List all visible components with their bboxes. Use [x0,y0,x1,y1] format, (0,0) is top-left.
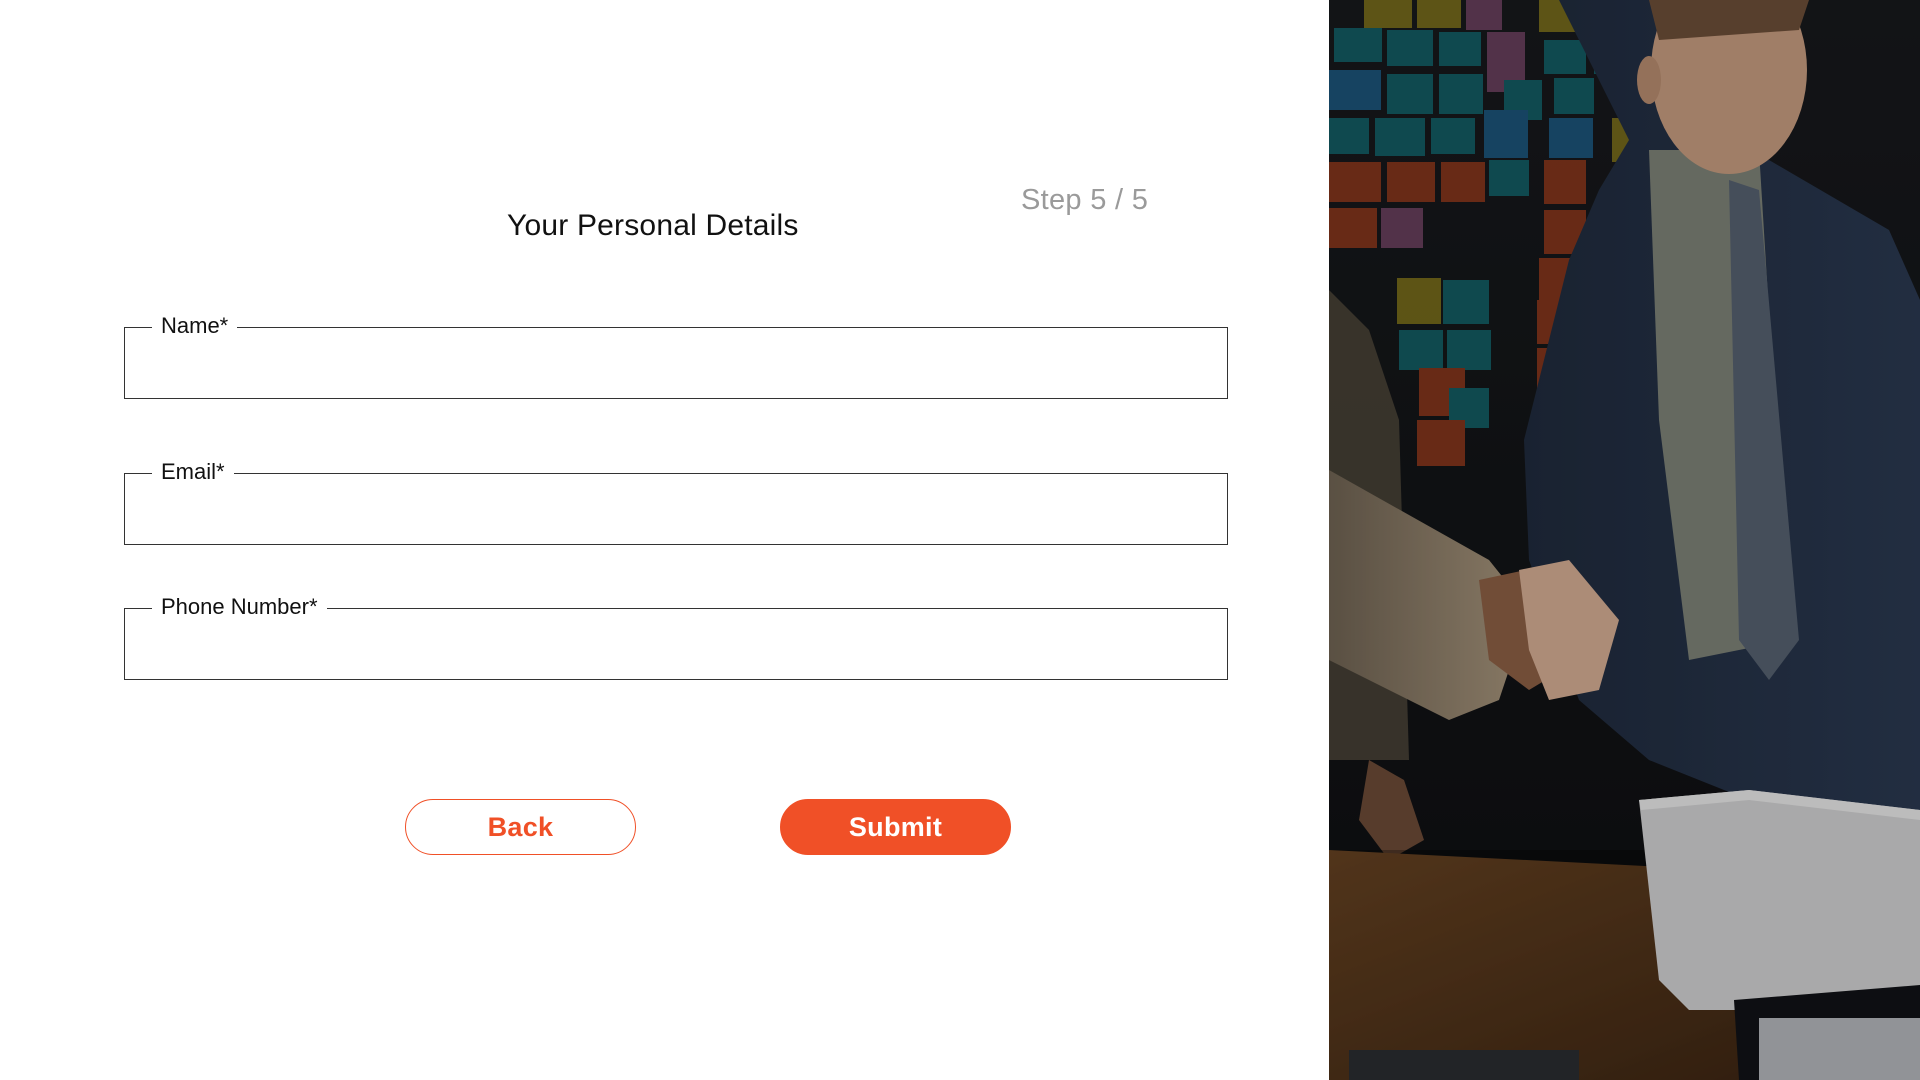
name-field[interactable]: Name* [124,311,1228,399]
back-button[interactable]: Back [405,799,636,855]
business-handshake-photo [1329,0,1920,1080]
email-field[interactable]: Email* [124,457,1228,545]
name-input[interactable] [125,328,1227,398]
step-indicator: Step 5 / 5 [1021,184,1149,216]
phone-input[interactable] [125,609,1227,679]
submit-button[interactable]: Submit [780,799,1011,855]
email-input[interactable] [125,474,1227,544]
photo-illustration [1329,0,1920,1080]
form-title: Your Personal Details [507,209,799,242]
form-panel: Step 5 / 5 Your Personal Details Name* E… [0,0,1329,1080]
page: Step 5 / 5 Your Personal Details Name* E… [0,0,1920,1080]
phone-field[interactable]: Phone Number* [124,592,1228,680]
